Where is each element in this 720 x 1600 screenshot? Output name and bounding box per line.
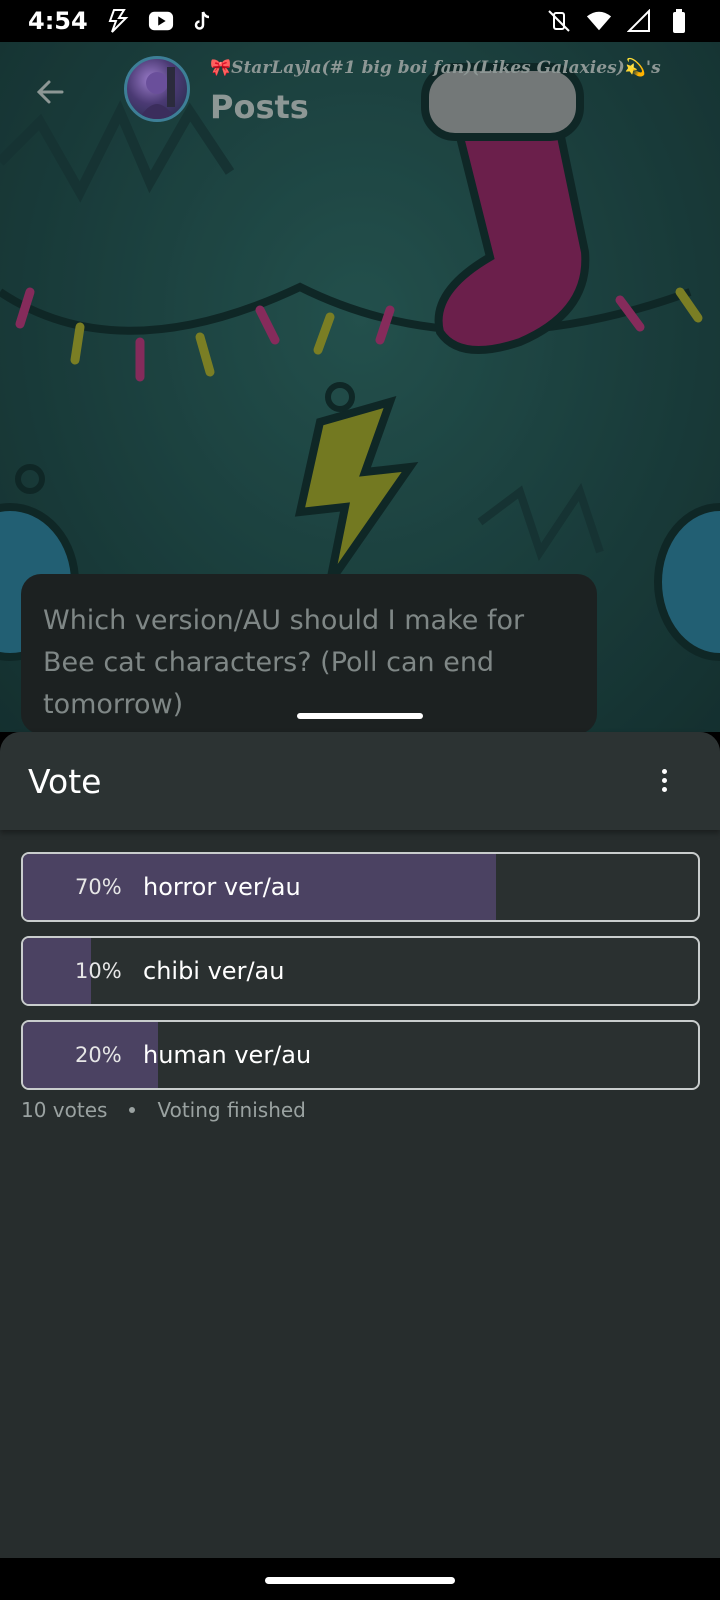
- top-bar: 🎀StarLayla(#1 big boi fan)(Likes Galaxie…: [0, 42, 720, 142]
- page-title: Posts: [210, 88, 309, 126]
- vote-sheet: Vote 70% horror ver/au 10% chibi ver/au …: [0, 732, 720, 1558]
- sheet-header: Vote: [0, 732, 720, 830]
- owner-name-text: StarLayla(#1 big boi fan)(Likes Galaxies…: [231, 58, 625, 78]
- sheet-title: Vote: [28, 762, 102, 801]
- youtube-icon: [148, 8, 174, 34]
- back-button[interactable]: [28, 70, 72, 114]
- arrow-left-icon: [36, 80, 64, 104]
- bow-emoji: 🎀: [210, 58, 232, 78]
- flash-icon: [106, 8, 132, 34]
- status-time: 4:54: [28, 7, 88, 35]
- owner-suffix: 's: [645, 58, 661, 78]
- poll-option-percent: 20%: [75, 1043, 122, 1067]
- separator-dot: [129, 1107, 136, 1113]
- avatar[interactable]: [124, 56, 190, 122]
- signal-icon: [626, 8, 652, 34]
- poll-option-label: horror ver/au: [143, 873, 301, 901]
- vote-meta: 10 votes Voting finished: [21, 1098, 306, 1122]
- poll-option-chibi[interactable]: 10% chibi ver/au: [21, 936, 700, 1006]
- poll-option-percent: 70%: [75, 875, 122, 899]
- more-options-icon[interactable]: [648, 762, 680, 798]
- poll-option-horror[interactable]: 70% horror ver/au: [21, 852, 700, 922]
- wifi-icon: [586, 8, 612, 34]
- poll-option-label: chibi ver/au: [143, 957, 285, 985]
- post-card[interactable]: Which version/AU should I make for Bee c…: [21, 574, 597, 734]
- poll-option-human[interactable]: 20% human ver/au: [21, 1020, 700, 1090]
- poll-option-label: human ver/au: [143, 1041, 312, 1069]
- sheet-drag-handle[interactable]: [297, 713, 423, 719]
- vote-status: Voting finished: [157, 1098, 306, 1122]
- vibrate-off-icon: [546, 8, 572, 34]
- battery-icon: [666, 8, 692, 34]
- avatar-image: [139, 67, 175, 119]
- poll-option-percent: 10%: [75, 959, 122, 983]
- post-text: Which version/AU should I make for Bee c…: [43, 605, 525, 720]
- owner-name: 🎀StarLayla(#1 big boi fan)(Likes Galaxie…: [210, 58, 661, 78]
- vote-count: 10 votes: [21, 1098, 108, 1122]
- status-bar: 4:54: [0, 0, 720, 42]
- poll-options: 70% horror ver/au 10% chibi ver/au 20% h…: [21, 852, 700, 1104]
- sparkle-emoji: 💫: [624, 58, 646, 78]
- home-gesture-handle[interactable]: [265, 1577, 455, 1584]
- tiktok-icon: [190, 8, 216, 34]
